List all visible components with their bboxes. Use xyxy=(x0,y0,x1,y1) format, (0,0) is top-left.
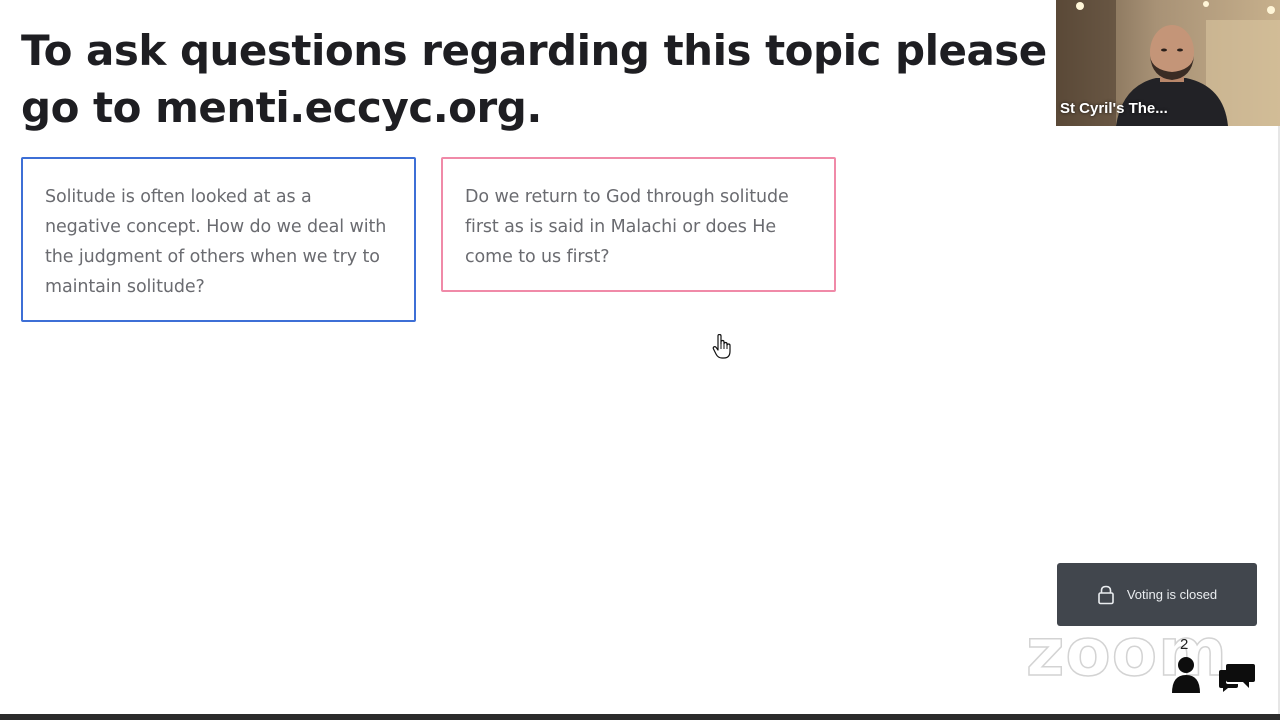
slide-heading: To ask questions regarding this topic pl… xyxy=(21,22,1121,136)
presentation-stage: To ask questions regarding this topic pl… xyxy=(0,0,1280,720)
participant-name: St Cyril's The... xyxy=(1060,100,1168,117)
slide-heading-text: To ask questions regarding this topic pl… xyxy=(21,26,1047,132)
participant-video-thumbnail[interactable]: St Cyril's The... xyxy=(1056,0,1280,126)
hand-cursor-icon xyxy=(712,334,731,359)
chat-icon[interactable] xyxy=(1218,660,1256,692)
question-text: Do we return to God through solitude fir… xyxy=(465,187,789,267)
lock-icon xyxy=(1098,585,1114,604)
person-icon[interactable] xyxy=(1171,655,1201,695)
question-card: Do we return to God through solitude fir… xyxy=(441,157,836,292)
question-text: Solitude is often looked at as a negativ… xyxy=(45,187,387,297)
voting-status-label: Voting is closed xyxy=(1126,587,1218,602)
audience-count: 2 xyxy=(1180,636,1189,653)
question-card: Solitude is often looked at as a negativ… xyxy=(21,157,416,322)
bottom-bar xyxy=(0,714,1280,720)
